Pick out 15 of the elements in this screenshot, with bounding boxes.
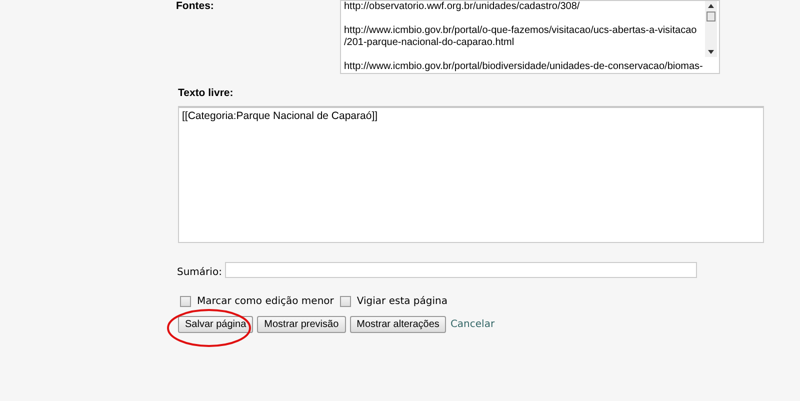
scrollbar-drawing	[705, 1, 717, 57]
cancel-link[interactable]: Cancelar	[450, 319, 495, 330]
form-button[interactable]: Mostrar alterações	[350, 316, 446, 333]
form-button[interactable]: Salvar página	[178, 316, 254, 333]
summary-label: Sumário:	[177, 267, 222, 278]
checkbox-label[interactable]: Marcar como edição menor	[197, 296, 334, 307]
checkbox[interactable]	[180, 296, 191, 307]
field-label: Fontes:	[176, 0, 215, 14]
summary-input[interactable]	[224, 262, 697, 278]
field-label: Texto livre:	[178, 87, 234, 99]
checkbox-label[interactable]: Vigiar esta página	[356, 296, 448, 307]
checkbox[interactable]	[340, 296, 351, 307]
sources-textarea[interactable]: http://observatorio.wwf.org.br/unidades/cadastro/308/ http://www.icmbio.gov.br/portal/o-que-fazemos/visitacao/ucs-abertas-a-visitacao /201-parque-nacional-do-caparao.html http://www.icmbio.gov.br/portal/biodiversidade/unidades-de-conservacao/biomas-	[340, 0, 720, 74]
form-button[interactable]: Mostrar previsão	[257, 316, 346, 333]
free-text-area[interactable]: [[Categoria:Parque Nacional de Caparaó]]	[178, 106, 764, 243]
